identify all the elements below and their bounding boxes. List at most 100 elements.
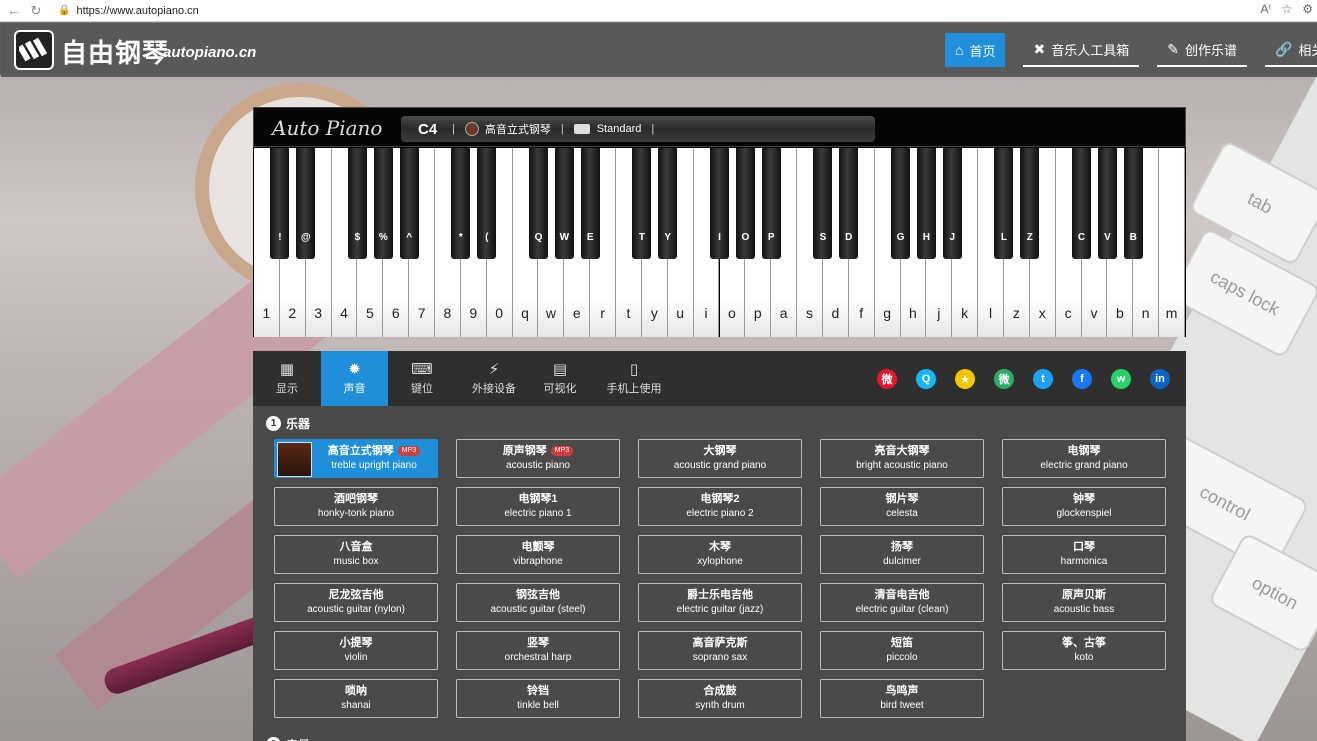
- nav-home[interactable]: ⌂ 首页: [945, 33, 1006, 67]
- black-key[interactable]: Y: [658, 148, 678, 259]
- instrument-name-en: acoustic piano: [506, 460, 570, 471]
- black-key[interactable]: P: [761, 148, 781, 259]
- current-instrument[interactable]: 高音立式钢琴: [485, 121, 551, 137]
- instrument-name-cn-text: 木琴: [709, 541, 731, 553]
- black-key[interactable]: I: [710, 148, 729, 259]
- instrument-button[interactable]: 高音萨克斯 soprano sax: [638, 631, 802, 670]
- instrument-name-cn: 高音立式钢琴 MP3: [328, 444, 421, 458]
- current-keymap[interactable]: Standard: [597, 123, 642, 135]
- instrument-button[interactable]: 鸟鸣声 bird tweet: [820, 679, 984, 718]
- instrument-button[interactable]: 大钢琴 acoustic grand piano: [638, 439, 802, 478]
- black-key[interactable]: Z: [1020, 148, 1040, 259]
- black-key[interactable]: G: [891, 148, 911, 259]
- instrument-button[interactable]: 唢呐 shanai: [274, 679, 438, 718]
- instrument-button[interactable]: 电钢琴 electric grand piano: [1002, 439, 1166, 478]
- black-key[interactable]: O: [735, 148, 755, 259]
- tab-visualization[interactable]: ▤ 可视化: [537, 351, 583, 406]
- black-key[interactable]: *: [451, 148, 471, 259]
- address-bar[interactable]: https://www.autopiano.cn: [76, 5, 198, 17]
- weibo-icon[interactable]: 微: [877, 369, 897, 389]
- linkedin-icon[interactable]: in: [1150, 369, 1170, 389]
- wechat-icon[interactable]: 微: [994, 369, 1014, 389]
- black-key[interactable]: E: [580, 148, 600, 259]
- extensions-icon[interactable]: ⚙: [1302, 2, 1313, 16]
- black-key[interactable]: ^: [399, 148, 419, 259]
- black-key[interactable]: B: [1123, 148, 1143, 259]
- black-key[interactable]: C: [1072, 148, 1092, 259]
- instrument-name-cn-text: 铃铛: [527, 685, 549, 697]
- tab-sound[interactable]: ✹ 声音: [321, 351, 388, 406]
- piano-logo-icon: [19, 37, 48, 62]
- instrument-button[interactable]: 原声贝斯 acoustic bass: [1002, 583, 1166, 622]
- instrument-button[interactable]: 清音电吉他 electric guitar (clean): [820, 583, 984, 622]
- black-key[interactable]: $: [347, 148, 367, 259]
- black-key[interactable]: (: [477, 148, 497, 259]
- tab-display[interactable]: ▦ 显示: [267, 351, 307, 406]
- site-logo[interactable]: [14, 30, 54, 70]
- instrument-name-cn-text: 钢弦吉他: [516, 589, 560, 601]
- nav-related-links[interactable]: 🔗 相关链: [1264, 33, 1317, 67]
- black-key[interactable]: T: [632, 148, 652, 259]
- refresh-icon[interactable]: ↻: [28, 3, 44, 19]
- back-icon[interactable]: ←: [6, 3, 22, 19]
- instrument-name-en: orchestral harp: [504, 652, 572, 663]
- tab-external-devices[interactable]: ⚡ 外接设备: [461, 351, 527, 406]
- black-key[interactable]: W: [554, 148, 574, 259]
- black-key[interactable]: L: [994, 148, 1014, 259]
- black-key[interactable]: @: [296, 148, 316, 259]
- facebook-icon[interactable]: f: [1072, 369, 1092, 389]
- favorite-star-icon[interactable]: ☆: [1281, 2, 1292, 16]
- instrument-button[interactable]: 尼龙弦吉他 acoustic guitar (nylon): [274, 583, 438, 622]
- twitter-icon[interactable]: t: [1033, 369, 1053, 389]
- instrument-button[interactable]: 小提琴 violin: [274, 631, 438, 670]
- instrument-button[interactable]: 电钢琴2 electric piano 2: [638, 487, 802, 526]
- black-key[interactable]: S: [813, 148, 833, 259]
- site-title[interactable]: 自由钢琴: [61, 33, 169, 70]
- instrument-button[interactable]: 筝、古筝 koto: [1002, 631, 1166, 670]
- lock-icon[interactable]: 🔒: [58, 5, 70, 16]
- qzone-icon[interactable]: ★: [955, 369, 975, 389]
- instrument-button[interactable]: 电钢琴1 electric piano 1: [456, 487, 620, 526]
- tab-key-mapping[interactable]: ⌨ 键位: [402, 351, 442, 406]
- instrument-button[interactable]: 木琴 xylophone: [638, 535, 802, 574]
- instrument-button[interactable]: 钢弦吉他 acoustic guitar (steel): [456, 583, 620, 622]
- instrument-button[interactable]: 扬琴 dulcimer: [820, 535, 984, 574]
- instrument-button[interactable]: 合成鼓 synth drum: [638, 679, 802, 718]
- qq-icon[interactable]: Q: [916, 369, 936, 389]
- instrument-button[interactable]: 八音盒 music box: [274, 535, 438, 574]
- section-number: 2: [266, 737, 281, 741]
- instrument-button[interactable]: 口琴 harmonica: [1002, 535, 1166, 574]
- whatsapp-icon[interactable]: w: [1111, 369, 1131, 389]
- instrument-button[interactable]: 竖琴 orchestral harp: [456, 631, 620, 670]
- black-key[interactable]: !: [270, 148, 290, 259]
- instrument-button[interactable]: 钢片琴 celesta: [820, 487, 984, 526]
- black-key[interactable]: V: [1097, 148, 1117, 259]
- mobile-icon: ▯: [629, 360, 639, 378]
- black-key[interactable]: J: [942, 148, 962, 259]
- instrument-name-cn-text: 尼龙弦吉他: [328, 589, 384, 601]
- instrument-name-en: celesta: [886, 508, 918, 519]
- nav-compose-score[interactable]: ✎ 创作乐谱: [1157, 33, 1247, 67]
- instrument-button[interactable]: 酒吧钢琴 honky-tonk piano: [274, 487, 438, 526]
- instrument-button[interactable]: 电颤琴 vibraphone: [456, 535, 620, 574]
- instrument-button[interactable]: 铃铛 tinkle bell: [456, 679, 620, 718]
- black-key[interactable]: %: [373, 148, 393, 259]
- upright-piano-thumbnail: [277, 442, 312, 477]
- instrument-name-cn-text: 唢呐: [345, 685, 367, 697]
- instrument-button[interactable]: 亮音大钢琴 bright acoustic piano: [820, 439, 984, 478]
- instrument-name-en: piccolo: [886, 652, 918, 663]
- black-key[interactable]: Q: [528, 148, 548, 259]
- white-key[interactable]: m: [1159, 148, 1185, 337]
- instrument-button[interactable]: 爵士乐电吉他 electric guitar (jazz): [638, 583, 802, 622]
- instrument-button[interactable]: 钟琴 glockenspiel: [1002, 487, 1166, 526]
- nav-music-tools[interactable]: ✖ 音乐人工具箱: [1023, 33, 1140, 67]
- instrument-button[interactable]: 高音立式钢琴 MP3 treble upright piano: [274, 439, 438, 478]
- read-aloud-icon[interactable]: A⁽: [1261, 2, 1272, 16]
- tab-mobile[interactable]: ▯ 手机上使用: [601, 351, 667, 406]
- black-key[interactable]: D: [839, 148, 859, 259]
- tab-label: 手机上使用: [606, 382, 662, 395]
- separator: |: [651, 123, 655, 135]
- instrument-button[interactable]: 原声钢琴 MP3 acoustic piano: [456, 439, 620, 478]
- black-key[interactable]: H: [916, 148, 936, 259]
- instrument-button[interactable]: 短笛 piccolo: [820, 631, 984, 670]
